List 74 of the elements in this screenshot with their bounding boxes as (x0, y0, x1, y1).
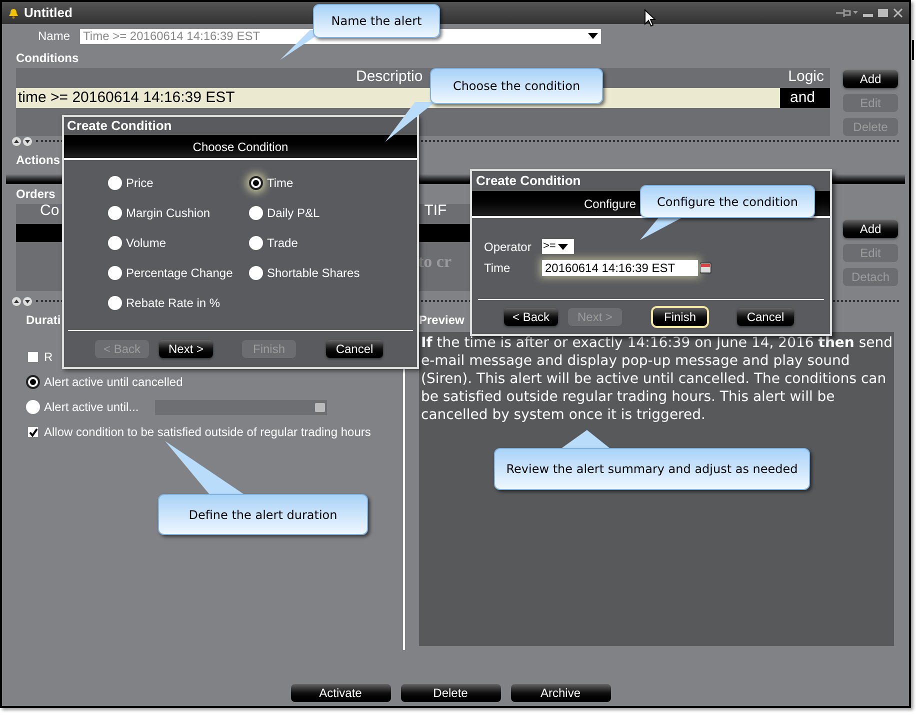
button[interactable]: Add (843, 70, 898, 88)
section-label: Orders (16, 186, 56, 203)
radio-button[interactable] (26, 375, 40, 389)
callout: Configure the condition (640, 185, 815, 218)
radio-button[interactable] (108, 176, 122, 190)
column-header: Descriptio (356, 66, 423, 86)
focused-button[interactable]: Finish (653, 308, 707, 326)
date-field[interactable] (154, 400, 327, 414)
dialog-header: Choose Condition (64, 135, 417, 158)
section-label: Preview (419, 312, 464, 329)
calendar-icon[interactable] (700, 262, 712, 274)
option-label: Price (126, 175, 154, 192)
option-label: Shortable Shares (267, 265, 360, 282)
option-label: Daily P&L (267, 205, 320, 222)
button[interactable]: Delete (400, 684, 500, 702)
button[interactable]: Archive (510, 684, 610, 702)
field-label: Name (38, 28, 70, 45)
section-label: Actions (16, 152, 60, 169)
option-label: Trade (267, 235, 298, 252)
option-label: Rebate Rate in % (126, 295, 220, 312)
radio-button[interactable] (26, 400, 40, 414)
button[interactable]: Add (843, 220, 898, 238)
collapse-up-icon[interactable] (12, 136, 21, 146)
field-label: Operator (484, 238, 532, 256)
button[interactable]: Next > (159, 340, 213, 358)
option-label: Time (267, 175, 294, 192)
expand-down-icon[interactable] (23, 296, 32, 306)
option-label: Alert active until cancelled (44, 374, 183, 391)
section-label: Conditions (16, 50, 79, 67)
table-cell: and (780, 88, 830, 108)
time-field[interactable]: 20160614 14:16:39 EST (542, 260, 698, 276)
maximize-icon[interactable] (878, 8, 888, 18)
radio-button[interactable] (249, 176, 263, 190)
operator-dropdown[interactable]: >= (542, 239, 574, 254)
callout: Choose the condition (430, 68, 603, 104)
bell-icon (8, 8, 19, 18)
expand-down-icon[interactable] (23, 136, 32, 146)
collapse-up-icon[interactable] (12, 296, 21, 306)
field-label: Time (484, 260, 512, 276)
radio-button[interactable] (108, 296, 122, 310)
section-label: Durati (26, 312, 61, 329)
button[interactable]: Cancel (326, 340, 383, 358)
option-label: Volume (126, 235, 166, 252)
dialog-title: Create Condition (476, 172, 581, 190)
table-cell-text: time >= 20160614 14:16:39 EST (17, 88, 236, 108)
alert-summary: If the time is after or exactly 14:16:39 on June 14, 2016 then send e-mail message and display pop-up message and play sound (Siren). This alert will be active until cancelled. The conditions can be satisfied outside regular trading hours. This alert will be cancelled by system once it is triggered. (421, 334, 893, 424)
radio-button[interactable] (249, 236, 263, 250)
dropdown-caret-icon[interactable] (588, 33, 598, 39)
window-title: Untitled (24, 4, 72, 22)
option-label: Allow condition to be satisfied outside of regular trading hours (44, 424, 371, 441)
mouse-cursor-icon (644, 9, 656, 27)
radio-button[interactable] (249, 266, 263, 280)
option-label: R (44, 349, 53, 366)
checkbox[interactable] (28, 352, 38, 362)
option-label: Alert active until... (44, 399, 139, 416)
column-header: Logic (788, 66, 824, 86)
radio-button[interactable] (108, 236, 122, 250)
checkbox[interactable] (28, 427, 38, 437)
callout: Define the alert duration (158, 494, 368, 535)
callout: Review the alert summary and adjust as needed (494, 448, 810, 490)
column-header: TIF (424, 200, 447, 220)
radio-button[interactable] (249, 206, 263, 220)
callout: Name the alert (313, 4, 440, 38)
dialog-title: Create Condition (67, 117, 172, 136)
radio-button[interactable] (108, 206, 122, 220)
button[interactable]: Activate (290, 684, 390, 702)
close-icon[interactable] (893, 8, 903, 18)
pin-icon[interactable] (836, 8, 858, 18)
radio-button[interactable] (108, 266, 122, 280)
option-label: Percentage Change (126, 265, 233, 282)
button[interactable]: < Back (504, 308, 558, 326)
column-header: Co (40, 200, 60, 220)
button[interactable]: Cancel (737, 308, 794, 326)
option-label: Margin Cushion (126, 205, 210, 222)
